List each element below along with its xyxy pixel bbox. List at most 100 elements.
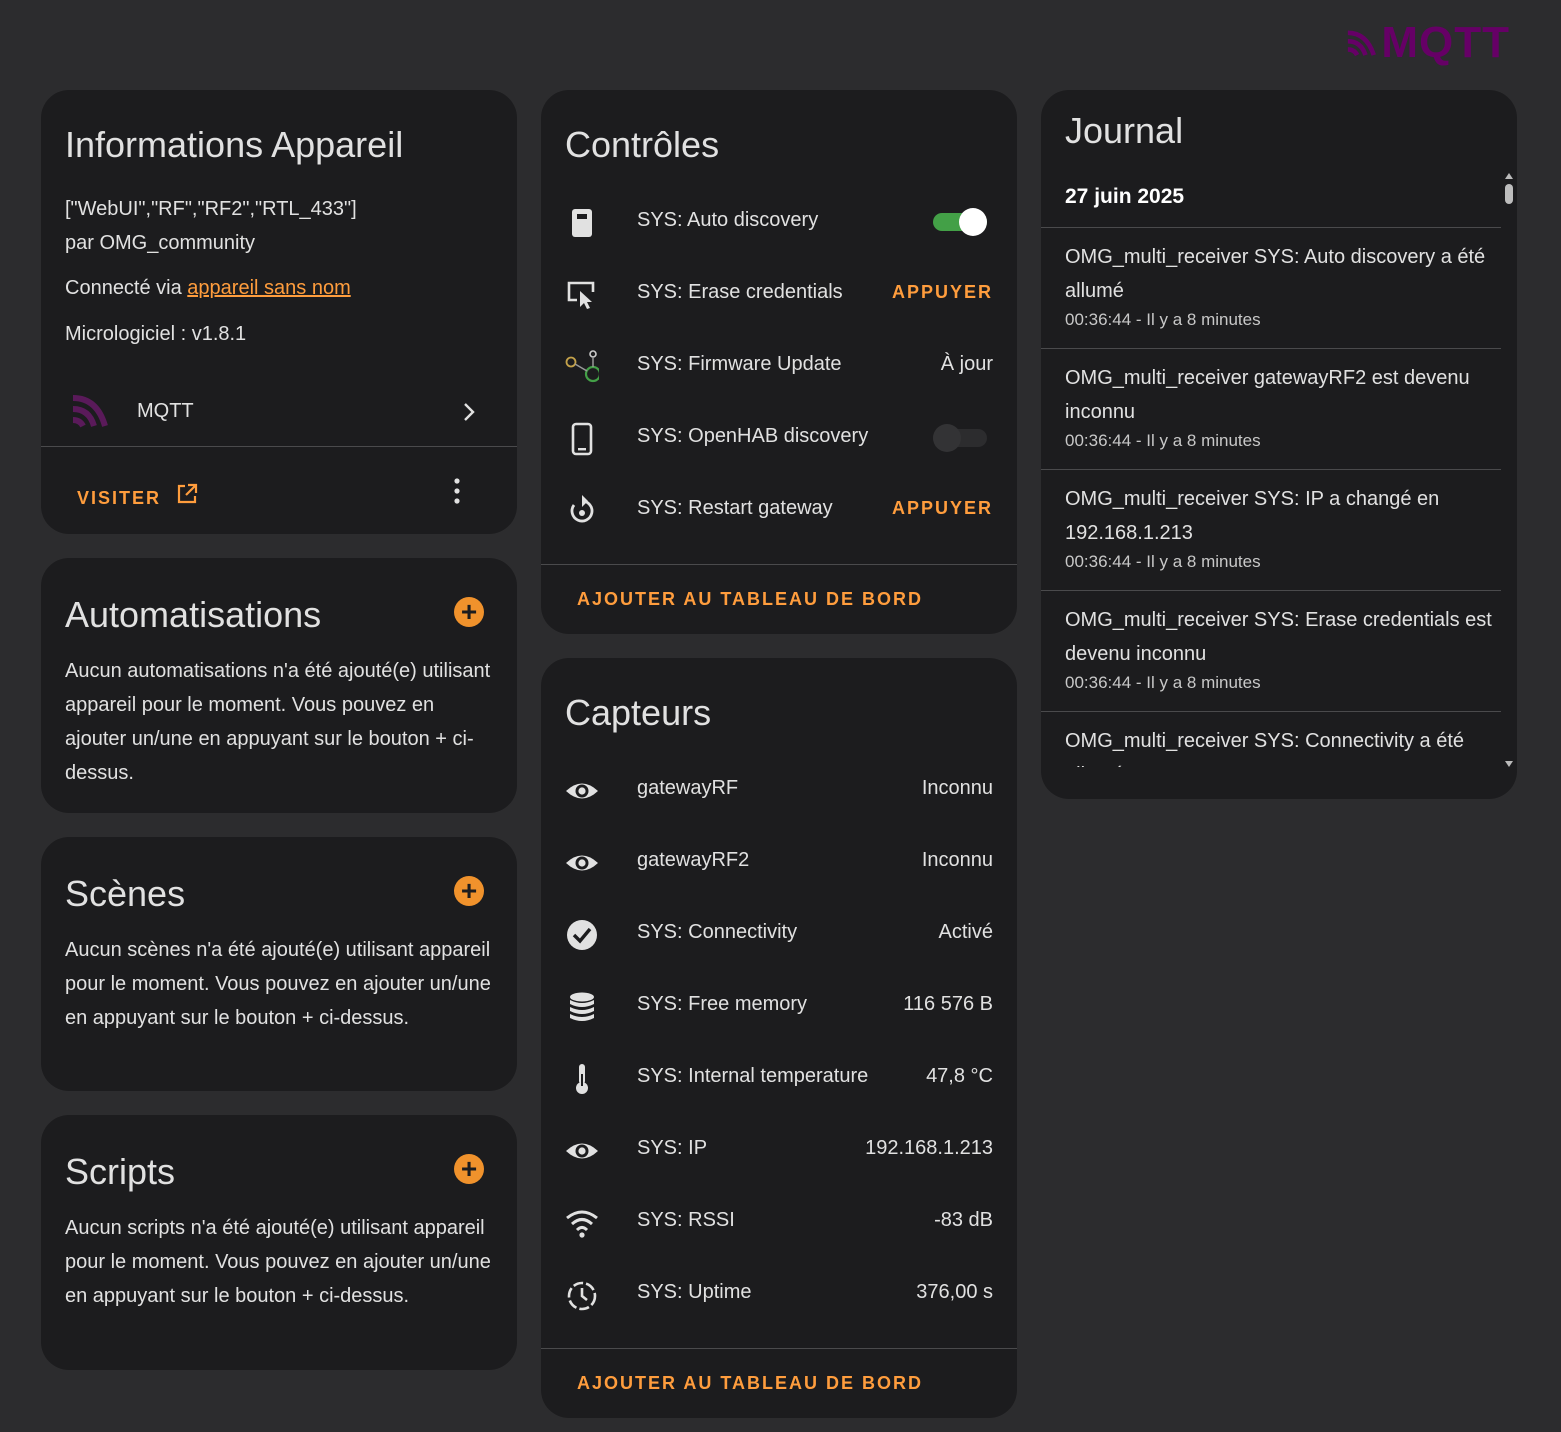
- chevron-right-icon: [464, 403, 475, 421]
- journal-scrollbar[interactable]: [1504, 172, 1514, 768]
- journal-entry[interactable]: OMG_multi_receiver SYS: Auto discovery a…: [1041, 227, 1501, 348]
- sensor-value: -83 dB: [934, 1209, 993, 1231]
- erase-icon: [567, 281, 595, 309]
- journal-entry-time: 00:36:44 - Il y a 8 minutes: [1065, 673, 1261, 692]
- visit-button[interactable]: VISITER: [77, 476, 199, 508]
- phone-icon: [571, 422, 593, 456]
- sensor-row-gatewayrf2[interactable]: gatewayRF2 Inconnu: [541, 826, 1017, 898]
- control-row-erase-credentials: SYS: Erase credentials APPUYER: [541, 258, 1017, 330]
- sensor-row-internal-temperature[interactable]: SYS: Internal temperature 47,8 °C: [541, 1042, 1017, 1114]
- journal-entry-message: OMG_multi_receiver SYS: Erase credential…: [1065, 609, 1492, 665]
- add-automation-button[interactable]: +: [454, 597, 484, 627]
- device-connected-via: Connecté via appareil sans nom: [65, 277, 351, 300]
- journal-date: 27 juin 2025: [1065, 185, 1185, 208]
- more-vert-icon[interactable]: [445, 476, 469, 506]
- remote-icon: [572, 209, 592, 237]
- timer-icon: [567, 1281, 597, 1311]
- scrollbar-thumb[interactable]: [1505, 184, 1513, 204]
- sensor-value: Inconnu: [921, 849, 993, 871]
- automations-empty-text: Aucun automatisations n'a été ajouté(e) …: [65, 660, 491, 784]
- sensor-row-ip[interactable]: SYS: IP 192.168.1.213: [541, 1114, 1017, 1186]
- scroll-up-icon: [1505, 173, 1513, 179]
- sensor-row-free-memory[interactable]: SYS: Free memory 116 576 B: [541, 970, 1017, 1042]
- sensor-row-uptime[interactable]: SYS: Uptime 376,00 s: [541, 1258, 1017, 1330]
- scripts-empty-text: Aucun scripts n'a été ajouté(e) utilisan…: [65, 1217, 491, 1307]
- journal-title: Journal: [1065, 110, 1184, 151]
- scenes-empty-text: Aucun scènes n'a été ajouté(e) utilisant…: [65, 939, 491, 1029]
- sensor-label: SYS: RSSI: [637, 1209, 735, 1231]
- scenes-card: Scènes + Aucun scènes n'a été ajouté(e) …: [41, 837, 517, 1091]
- sensor-row-gatewayrf[interactable]: gatewayRF Inconnu: [541, 754, 1017, 826]
- control-row-auto-discovery[interactable]: SYS: Auto discovery: [541, 186, 1017, 258]
- controls-title: Contrôles: [565, 124, 720, 165]
- visit-label: VISITER: [77, 488, 162, 508]
- journal-entry-time: 00:36:44 - Il y a 8 minutes: [1065, 310, 1261, 329]
- device-firmware: Micrologiciel : v1.8.1: [65, 323, 247, 345]
- sensor-row-connectivity[interactable]: SYS: Connectivity Activé: [541, 898, 1017, 970]
- erase-credentials-press-button[interactable]: APPUYER: [892, 282, 993, 303]
- sensor-label: gatewayRF: [637, 777, 739, 799]
- journal-entry-message: OMG_multi_receiver SYS: IP a changé en 1…: [1065, 488, 1440, 544]
- eye-icon: [566, 1143, 598, 1159]
- toggle-knob: [959, 208, 987, 236]
- control-label: SYS: OpenHAB discovery: [637, 425, 869, 447]
- mqtt-logo-text: MQTT: [1381, 18, 1510, 67]
- journal-entry-time: 00:36:44 - Il y a 8 minutes: [1065, 552, 1261, 571]
- add-script-button[interactable]: +: [454, 1154, 484, 1184]
- restart-gateway-press-button[interactable]: APPUYER: [892, 498, 993, 519]
- sensor-row-rssi[interactable]: SYS: RSSI -83 dB: [541, 1186, 1017, 1258]
- connected-via-label: Connecté via: [65, 277, 188, 299]
- wifi-icon: [566, 1210, 598, 1238]
- controls-add-dashboard-button[interactable]: AJOUTER AU TABLEAU DE BORD: [577, 589, 923, 610]
- sensor-label: SYS: IP: [637, 1137, 708, 1159]
- device-info-title: Informations Appareil: [65, 124, 404, 165]
- sensor-value: 116 576 B: [903, 993, 993, 1015]
- firmware-update-value: À jour: [940, 353, 993, 375]
- journal-entry-time: 00:36:44 - Il y a 8 minutes: [1065, 431, 1261, 450]
- sensor-value: Activé: [938, 921, 993, 943]
- check-circle-icon: [567, 920, 597, 950]
- update-icon: [565, 350, 599, 383]
- integration-row[interactable]: MQTT: [41, 380, 517, 444]
- sensor-value: 192.168.1.213: [865, 1137, 993, 1159]
- sensors-title: Capteurs: [565, 692, 712, 733]
- connected-device-link[interactable]: appareil sans nom: [187, 277, 350, 299]
- control-label: SYS: Restart gateway: [637, 497, 833, 519]
- sensors-add-dashboard-button[interactable]: AJOUTER AU TABLEAU DE BORD: [577, 1373, 923, 1394]
- automations-title: Automatisations: [65, 594, 322, 635]
- mqtt-waves-icon: [1347, 30, 1376, 57]
- sensor-value: 47,8 °C: [926, 1065, 993, 1087]
- sensors-card: Capteurs gatewayRF Inconnu gatewayRF2 In…: [541, 658, 1017, 1418]
- control-row-restart-gateway: SYS: Restart gateway APPUYER: [541, 474, 1017, 546]
- open-in-new-icon: [178, 483, 198, 504]
- add-scene-button[interactable]: +: [454, 876, 484, 906]
- sensor-value: 376,00 s: [916, 1281, 993, 1303]
- journal-entry[interactable]: OMG_multi_receiver SYS: Erase credential…: [1041, 590, 1501, 711]
- journal-entry[interactable]: OMG_multi_receiver gatewayRF2 est devenu…: [1041, 348, 1501, 469]
- mqtt-logo: MQTT: [1346, 18, 1510, 67]
- controls-card: Contrôles SYS: Auto discovery SYS: Erase…: [541, 90, 1017, 634]
- eye-icon: [566, 783, 598, 799]
- auto-discovery-toggle[interactable]: [933, 206, 987, 238]
- controls-divider: [541, 564, 1017, 565]
- journal-list[interactable]: OMG_multi_receiver SYS: Auto discovery a…: [1041, 227, 1503, 767]
- scroll-down-icon: [1505, 761, 1513, 767]
- journal-entry[interactable]: OMG_multi_receiver SYS: IP a changé en 1…: [1041, 469, 1501, 590]
- scenes-title: Scènes: [65, 873, 186, 914]
- control-label: SYS: Auto discovery: [637, 209, 819, 231]
- sensor-value: Inconnu: [921, 777, 993, 799]
- journal-entry-message: OMG_multi_receiver SYS: Auto discovery a…: [1065, 246, 1486, 302]
- sensor-label: SYS: Internal temperature: [637, 1065, 869, 1087]
- openhab-discovery-toggle[interactable]: [933, 422, 987, 454]
- sensors-divider: [541, 1348, 1017, 1349]
- restart-icon: [570, 495, 594, 523]
- sensor-label: gatewayRF2: [637, 849, 750, 871]
- device-capabilities: ["WebUI","RF","RF2","RTL_433"]: [65, 198, 357, 220]
- journal-entry[interactable]: OMG_multi_receiver SYS: Connectivity a é…: [1041, 711, 1501, 767]
- control-row-openhab-discovery[interactable]: SYS: OpenHAB discovery: [541, 402, 1017, 474]
- sensor-label: SYS: Free memory: [637, 993, 808, 1015]
- database-icon: [570, 992, 594, 1021]
- journal-card: Journal 27 juin 2025 OMG_multi_receiver …: [1041, 90, 1517, 799]
- automations-card: Automatisations + Aucun automatisations …: [41, 558, 517, 813]
- device-manufacturer: par OMG_community: [65, 232, 256, 254]
